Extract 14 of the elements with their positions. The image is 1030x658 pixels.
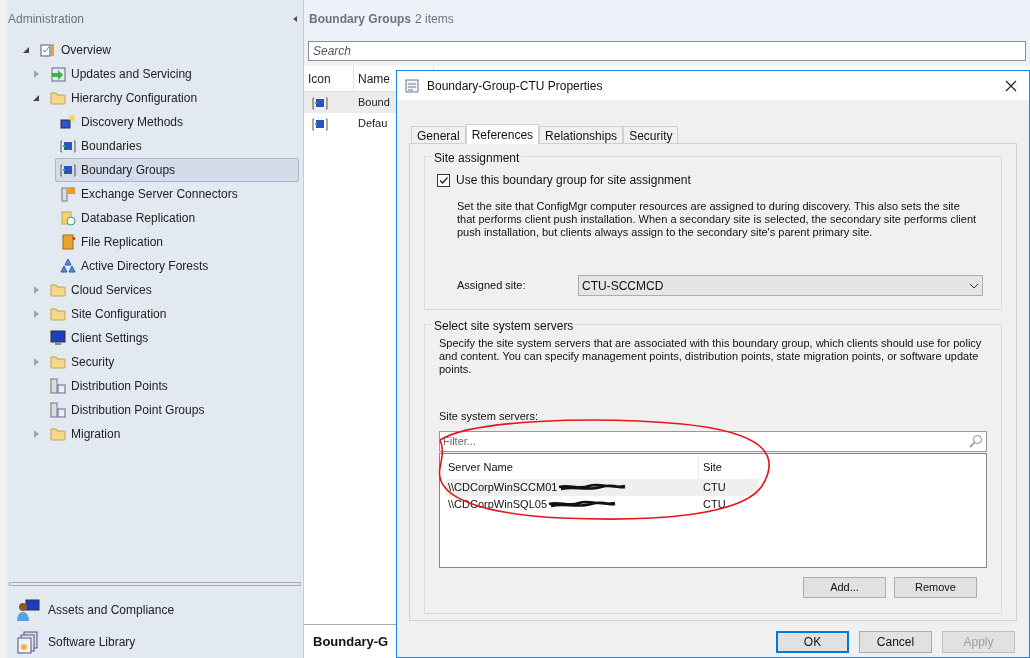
table-cell-text: CTU — [702, 479, 727, 495]
list-title: Boundary Groups — [309, 11, 411, 28]
table-cell-text: \\CDCorpWinSCCM01 — [448, 479, 558, 495]
list-cell-text: Bound — [357, 95, 390, 111]
field-label: Assigned site: — [457, 278, 527, 294]
details-title: Boundary-G — [313, 632, 389, 651]
site-assignment-description: Set the site that ConfigMgr computer resources are assigned to during discovery. This also sets the site that performs client push installation. When a secondary site is selected, the secondary site performs client push installation, but clients always assign to the secondary site's parent primary site. — [457, 200, 977, 239]
checkbox-label: Use this boundary group for site assignment — [456, 172, 691, 189]
servers-description: Specify the site system servers that are associated with this boundary group, which clients should use for policy and content. You can specify management points, distribution points, state migration points, or software update points. — [439, 337, 983, 376]
pane-title: Administration — [8, 11, 85, 28]
table-cell-text: CTU — [702, 496, 727, 512]
item-count: 2 items — [415, 11, 454, 28]
list-cell-text: Defau — [357, 116, 388, 132]
field-label: Site system servers: — [439, 409, 540, 424]
